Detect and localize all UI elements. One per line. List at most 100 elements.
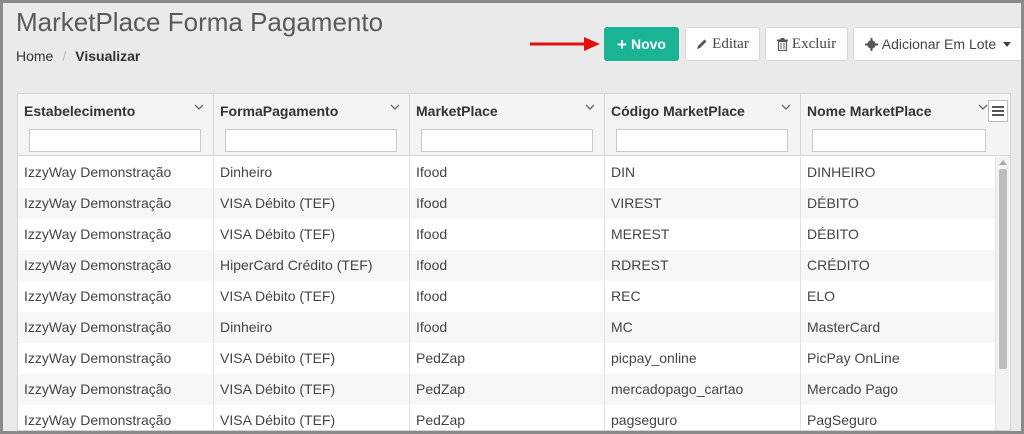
vertical-scrollbar[interactable]	[996, 157, 1010, 430]
table-cell: MC	[605, 312, 801, 343]
table-cell: VISA Débito (TEF)	[214, 188, 410, 219]
table-cell: IzzyWay Demonstração	[18, 281, 214, 312]
table-cell: IzzyWay Demonstração	[18, 374, 214, 405]
column-header-estabelecimento[interactable]: Estabelecimento	[18, 94, 214, 156]
column-header-codigo-marketplace[interactable]: Código MarketPlace	[605, 94, 801, 156]
table-cell: VISA Débito (TEF)	[214, 405, 410, 430]
filter-input-estabelecimento[interactable]	[29, 129, 201, 152]
table-cell: IzzyWay Demonstração	[18, 343, 214, 374]
scrollbar-thumb[interactable]	[999, 169, 1007, 369]
table-row[interactable]: IzzyWay Demonstração VISA Débito (TEF) Ifo…	[18, 188, 996, 219]
grid-header: Estabelecimento FormaPagamento MarketPla…	[18, 94, 1010, 156]
chevron-down-icon[interactable]	[585, 102, 595, 112]
table-cell: IzzyWay Demonstração	[18, 219, 214, 250]
table-cell: REC	[605, 281, 801, 312]
new-button-label: Novo	[630, 36, 666, 52]
hamburger-icon	[992, 106, 1004, 108]
grid-menu-button[interactable]	[988, 100, 1008, 122]
table-cell: Dinheiro	[214, 312, 410, 343]
table-cell: MasterCard	[801, 312, 996, 343]
gear-icon	[864, 37, 878, 51]
table-row[interactable]: IzzyWay Demonstração VISA Débito (TEF) Ped…	[18, 374, 996, 405]
table-row[interactable]: IzzyWay Demonstração VISA Débito (TEF) Ped…	[18, 343, 996, 374]
chevron-down-icon[interactable]	[781, 102, 791, 112]
table-cell: IzzyWay Demonstração	[18, 188, 214, 219]
chevron-down-icon[interactable]	[978, 102, 988, 112]
chevron-down-icon[interactable]	[390, 102, 400, 112]
table-cell: IzzyWay Demonstração	[18, 250, 214, 281]
table-cell: VISA Débito (TEF)	[214, 281, 410, 312]
table-cell: mercadopago_cartao	[605, 374, 801, 405]
batch-add-button-label: Adicionar Em Lote	[881, 36, 997, 52]
table-cell: PagSeguro	[801, 405, 996, 430]
page-title: MarketPlace Forma Pagamento	[16, 7, 384, 37]
table-cell: ELO	[801, 281, 996, 312]
table-cell: DÉBITO	[801, 219, 996, 250]
table-cell: PedZap	[410, 343, 605, 374]
column-label: Estabelecimento	[24, 103, 136, 119]
breadcrumb-separator: /	[62, 48, 67, 64]
column-header-marketplace[interactable]: MarketPlace	[410, 94, 605, 156]
batch-add-button[interactable]: Adicionar Em Lote	[853, 27, 1021, 61]
breadcrumb-current: Visualizar	[75, 48, 141, 64]
table-cell: PedZap	[410, 374, 605, 405]
scroll-up-icon[interactable]	[999, 160, 1007, 165]
table-cell: VISA Débito (TEF)	[214, 343, 410, 374]
edit-button[interactable]: Editar	[685, 27, 760, 61]
pencil-icon	[697, 39, 707, 49]
caret-down-icon	[1003, 41, 1012, 47]
app-window: MarketPlace Forma Pagamento Home / Visua…	[3, 3, 1021, 431]
filter-input-codigo-marketplace[interactable]	[616, 129, 788, 152]
table-row[interactable]: IzzyWay Demonstração Dinheiro Ifood DIN DINH…	[18, 157, 996, 188]
new-button[interactable]: + Novo	[604, 27, 679, 61]
filter-input-formapagamento[interactable]	[225, 129, 397, 152]
table-cell: VISA Débito (TEF)	[214, 374, 410, 405]
table-cell: Ifood	[410, 312, 605, 343]
table-row[interactable]: IzzyWay Demonstração Dinheiro Ifood MC Maste…	[18, 312, 996, 343]
breadcrumb-home[interactable]: Home	[16, 48, 53, 64]
table-cell: Ifood	[410, 219, 605, 250]
column-label: Nome MarketPlace	[807, 103, 932, 119]
table-cell: Ifood	[410, 250, 605, 281]
table-cell: pagseguro	[605, 405, 801, 430]
table-cell: DIN	[605, 157, 801, 188]
delete-button-label: Excluir	[791, 35, 837, 52]
red-arrow-annotation	[530, 37, 600, 51]
table-cell: Dinheiro	[214, 157, 410, 188]
column-label: Código MarketPlace	[611, 103, 745, 119]
table-cell: DINHEIRO	[801, 157, 996, 188]
table-cell: Ifood	[410, 188, 605, 219]
table-cell: Ifood	[410, 281, 605, 312]
table-cell: MEREST	[605, 219, 801, 250]
table-cell: IzzyWay Demonstração	[18, 312, 214, 343]
delete-button[interactable]: Excluir	[765, 27, 848, 61]
table-row[interactable]: IzzyWay Demonstração VISA Débito (TEF) Ifo…	[18, 219, 996, 250]
column-header-formapagamento[interactable]: FormaPagamento	[214, 94, 410, 156]
plus-icon: +	[617, 34, 627, 54]
filter-input-marketplace[interactable]	[421, 129, 593, 152]
table-row[interactable]: IzzyWay Demonstração HiperCard Crédito (T…	[18, 250, 996, 281]
table-cell: VIREST	[605, 188, 801, 219]
trash-icon	[776, 37, 788, 51]
table-cell: Mercado Pago	[801, 374, 996, 405]
column-label: MarketPlace	[416, 103, 498, 119]
filter-input-nome-marketplace[interactable]	[812, 129, 986, 152]
table-cell: IzzyWay Demonstração	[18, 157, 214, 188]
table-cell: PicPay OnLine	[801, 343, 996, 374]
table-cell: PedZap	[410, 405, 605, 430]
table-cell: CRÉDITO	[801, 250, 996, 281]
table-row[interactable]: IzzyWay Demonstração VISA Débito (TEF) Ped…	[18, 405, 996, 430]
data-grid: Estabelecimento FormaPagamento MarketPla…	[17, 93, 1011, 431]
edit-button-label: Editar	[712, 35, 749, 52]
column-header-nome-marketplace[interactable]: Nome MarketPlace	[801, 94, 1010, 156]
table-cell: DÉBITO	[801, 188, 996, 219]
table-cell: picpay_online	[605, 343, 801, 374]
table-cell: Ifood	[410, 157, 605, 188]
breadcrumb: Home / Visualizar	[16, 48, 140, 64]
table-cell: HiperCard Crédito (TEF)	[214, 250, 410, 281]
column-label: FormaPagamento	[220, 103, 339, 119]
chevron-down-icon[interactable]	[194, 102, 204, 112]
table-row[interactable]: IzzyWay Demonstração VISA Débito (TEF) Ifo…	[18, 281, 996, 312]
table-cell: RDREST	[605, 250, 801, 281]
table-cell: VISA Débito (TEF)	[214, 219, 410, 250]
